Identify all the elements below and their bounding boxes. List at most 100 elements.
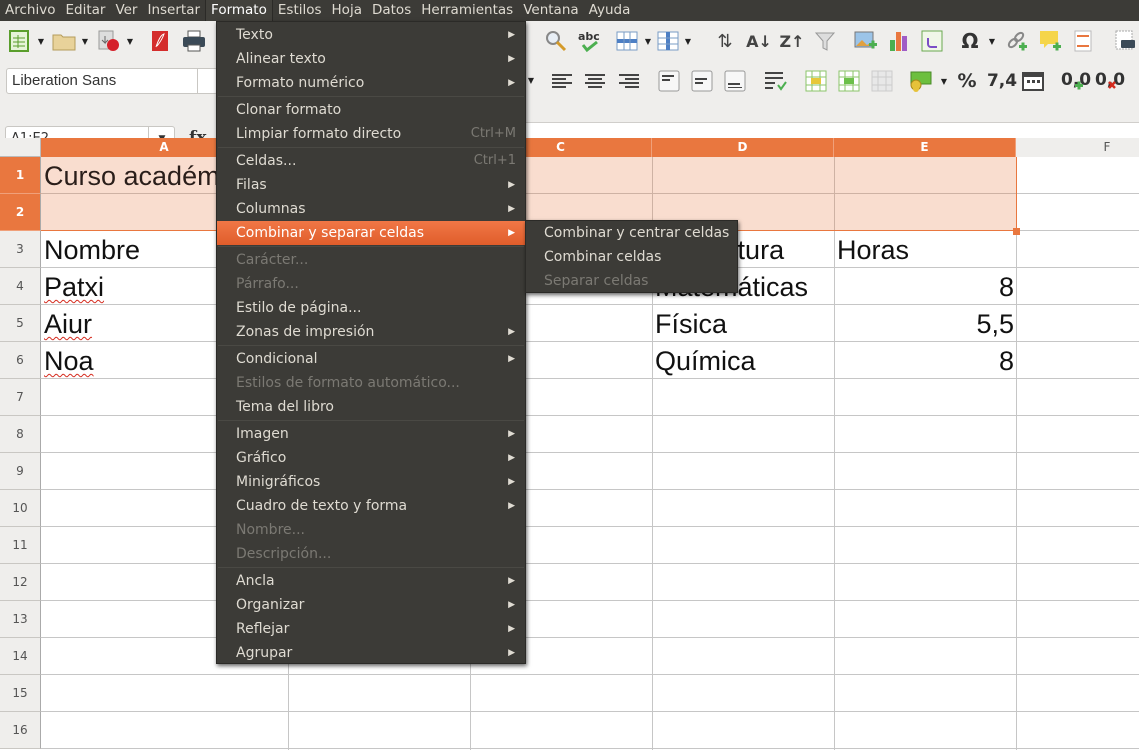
row-header-12[interactable]: 12 bbox=[0, 564, 41, 601]
menu-item-estilos-de-formato-automatico[interactable]: Estilos de formato automático... bbox=[217, 371, 525, 395]
menu-insertar[interactable]: Insertar bbox=[142, 0, 205, 21]
cell-a4[interactable]: Patxi bbox=[44, 269, 104, 306]
autofilter-icon[interactable] bbox=[813, 29, 837, 53]
number-format-icon[interactable]: 7,4 bbox=[987, 69, 1017, 93]
row-header-16[interactable]: 16 bbox=[0, 712, 41, 749]
center-vertically-icon[interactable] bbox=[690, 69, 714, 93]
menu-item-agrupar[interactable]: Agrupar ▶ bbox=[217, 641, 525, 665]
row-header-11[interactable]: 11 bbox=[0, 527, 41, 564]
menu-item-formato-numerico[interactable]: Formato numérico ▶ bbox=[217, 71, 525, 95]
spelling-icon[interactable]: abc bbox=[577, 29, 601, 53]
menu-ventana[interactable]: Ventana bbox=[518, 0, 583, 21]
row-header-14[interactable]: 14 bbox=[0, 638, 41, 675]
unmerge-cells-icon[interactable] bbox=[870, 69, 894, 93]
menu-item-limpiar-formato-directo[interactable]: Limpiar formato directo Ctrl+M bbox=[217, 122, 525, 146]
column-header-d[interactable]: D bbox=[652, 138, 834, 157]
menu-item-estilo-de-pagina[interactable]: Estilo de página... bbox=[217, 296, 525, 320]
date-format-icon[interactable] bbox=[1021, 69, 1045, 93]
cell-a3[interactable]: Nombre bbox=[44, 232, 140, 269]
menu-item-texto[interactable]: Texto ▶ bbox=[217, 23, 525, 47]
menu-item-caracter[interactable]: Carácter... bbox=[217, 248, 525, 272]
print-preview-icon[interactable] bbox=[1113, 29, 1137, 53]
row-header-13[interactable]: 13 bbox=[0, 601, 41, 638]
insert-image-icon[interactable] bbox=[854, 29, 878, 53]
menu-item-zonas-de-impresion[interactable]: Zonas de impresión ▶ bbox=[217, 320, 525, 344]
align-center-icon[interactable] bbox=[583, 69, 607, 93]
menu-item-clonar-formato[interactable]: Clonar formato bbox=[217, 98, 525, 122]
row-header-9[interactable]: 9 bbox=[0, 453, 41, 490]
row-header-2[interactable]: 2 bbox=[0, 194, 41, 231]
row-dropdown-icon[interactable]: ▼ bbox=[644, 29, 652, 53]
insert-chart-icon[interactable] bbox=[887, 29, 911, 53]
font-size-dropdown-icon[interactable]: ▼ bbox=[527, 68, 535, 92]
menu-ayuda[interactable]: Ayuda bbox=[584, 0, 636, 21]
font-name-input[interactable]: Liberation Sans bbox=[6, 68, 218, 94]
merge-cells-icon[interactable] bbox=[837, 69, 861, 93]
submenu-item-split-cells[interactable]: Separar celdas bbox=[526, 269, 737, 293]
row-header-3[interactable]: 3 bbox=[0, 231, 41, 268]
menu-item-cuadro-de-texto-y-forma[interactable]: Cuadro de texto y forma ▶ bbox=[217, 494, 525, 518]
headers-footers-icon[interactable] bbox=[1071, 29, 1095, 53]
cell-d6[interactable]: Química bbox=[655, 343, 756, 380]
row-header-8[interactable]: 8 bbox=[0, 416, 41, 453]
menu-item-grafico[interactable]: Gráfico ▶ bbox=[217, 446, 525, 470]
currency-dropdown-icon[interactable]: ▼ bbox=[940, 69, 948, 93]
menu-item-celdas[interactable]: Celdas... Ctrl+1 bbox=[217, 149, 525, 173]
sort-descending-icon[interactable]: Z↑ bbox=[780, 29, 805, 53]
menu-item-minigraficos[interactable]: Minigráficos ▶ bbox=[217, 470, 525, 494]
cell-a6[interactable]: Noa bbox=[44, 343, 94, 380]
menu-item-ancla[interactable]: Ancla ▶ bbox=[217, 569, 525, 593]
menu-item-filas[interactable]: Filas ▶ bbox=[217, 173, 525, 197]
add-decimal-icon[interactable]: 0,0 bbox=[1061, 69, 1091, 93]
save-dropdown-icon[interactable]: ▼ bbox=[126, 29, 134, 53]
menu-herramientas[interactable]: Herramientas bbox=[416, 0, 518, 21]
menu-hoja[interactable]: Hoja bbox=[327, 0, 367, 21]
menu-archivo[interactable]: Archivo bbox=[0, 0, 60, 21]
menu-datos[interactable]: Datos bbox=[367, 0, 416, 21]
menu-item-nombre[interactable]: Nombre... bbox=[217, 518, 525, 542]
menu-item-tema-del-libro[interactable]: Tema del libro bbox=[217, 395, 525, 419]
row-header-7[interactable]: 7 bbox=[0, 379, 41, 416]
delete-decimal-icon[interactable]: 0,0 bbox=[1095, 69, 1125, 93]
column-header-f[interactable]: F bbox=[1016, 138, 1139, 157]
column-icon[interactable] bbox=[656, 29, 680, 53]
new-spreadsheet-icon[interactable] bbox=[7, 29, 31, 53]
menu-item-combinar-y-separar-celdas[interactable]: Combinar y separar celdas ▶ bbox=[217, 221, 525, 245]
sort-ascending-icon[interactable]: A↓ bbox=[746, 29, 772, 53]
menu-ver[interactable]: Ver bbox=[110, 0, 142, 21]
cell-e4[interactable]: 8 bbox=[834, 269, 1014, 306]
menu-item-reflejar[interactable]: Reflejar ▶ bbox=[217, 617, 525, 641]
special-character-icon[interactable]: Ω bbox=[958, 29, 982, 53]
menu-item-alinear-texto[interactable]: Alinear texto ▶ bbox=[217, 47, 525, 71]
merge-center-icon[interactable] bbox=[804, 69, 828, 93]
cell-d5[interactable]: Física bbox=[655, 306, 727, 343]
menu-item-imagen[interactable]: Imagen ▶ bbox=[217, 422, 525, 446]
submenu-item-merge-cells[interactable]: Combinar celdas bbox=[526, 245, 737, 269]
menu-editar[interactable]: Editar bbox=[60, 0, 110, 21]
column-dropdown-icon[interactable]: ▼ bbox=[684, 29, 692, 53]
select-all-corner[interactable] bbox=[0, 138, 41, 157]
menu-formato[interactable]: Formato bbox=[205, 0, 273, 21]
column-header-e[interactable]: E bbox=[834, 138, 1016, 157]
menu-item-descripcion[interactable]: Descripción... bbox=[217, 542, 525, 566]
menu-item-organizar[interactable]: Organizar ▶ bbox=[217, 593, 525, 617]
cell-e3[interactable]: Horas bbox=[837, 232, 909, 269]
row-header-5[interactable]: 5 bbox=[0, 305, 41, 342]
align-bottom-icon[interactable] bbox=[723, 69, 747, 93]
print-icon[interactable] bbox=[182, 29, 206, 53]
new-dropdown-icon[interactable]: ▼ bbox=[37, 29, 45, 53]
selection-fill-handle[interactable] bbox=[1013, 228, 1020, 235]
row-header-1[interactable]: 1 bbox=[0, 157, 41, 194]
wrap-text-icon[interactable] bbox=[764, 69, 788, 93]
cell-e5[interactable]: 5,5 bbox=[834, 306, 1014, 343]
save-icon[interactable] bbox=[97, 29, 121, 53]
align-top-icon[interactable] bbox=[657, 69, 681, 93]
row-header-15[interactable]: 15 bbox=[0, 675, 41, 712]
sort-icon[interactable]: ⇅ bbox=[713, 29, 737, 53]
cell-e6[interactable]: 8 bbox=[834, 343, 1014, 380]
row-header-10[interactable]: 10 bbox=[0, 490, 41, 527]
find-replace-icon[interactable] bbox=[544, 29, 568, 53]
export-pdf-icon[interactable] bbox=[148, 29, 172, 53]
menu-item-condicional[interactable]: Condicional ▶ bbox=[217, 347, 525, 371]
open-folder-icon[interactable] bbox=[52, 29, 76, 53]
